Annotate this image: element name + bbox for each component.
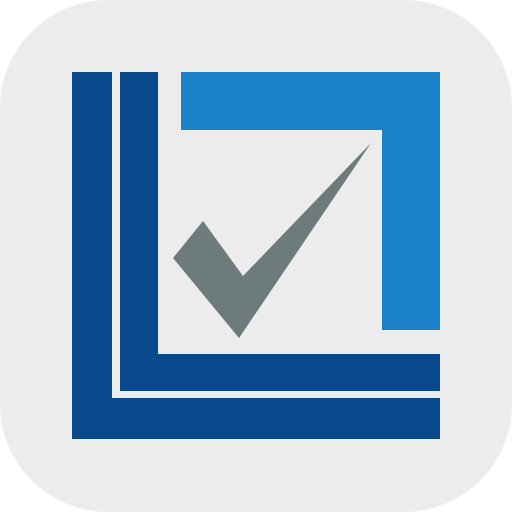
- app-icon[interactable]: [0, 0, 512, 512]
- icon-stage: [0, 0, 512, 512]
